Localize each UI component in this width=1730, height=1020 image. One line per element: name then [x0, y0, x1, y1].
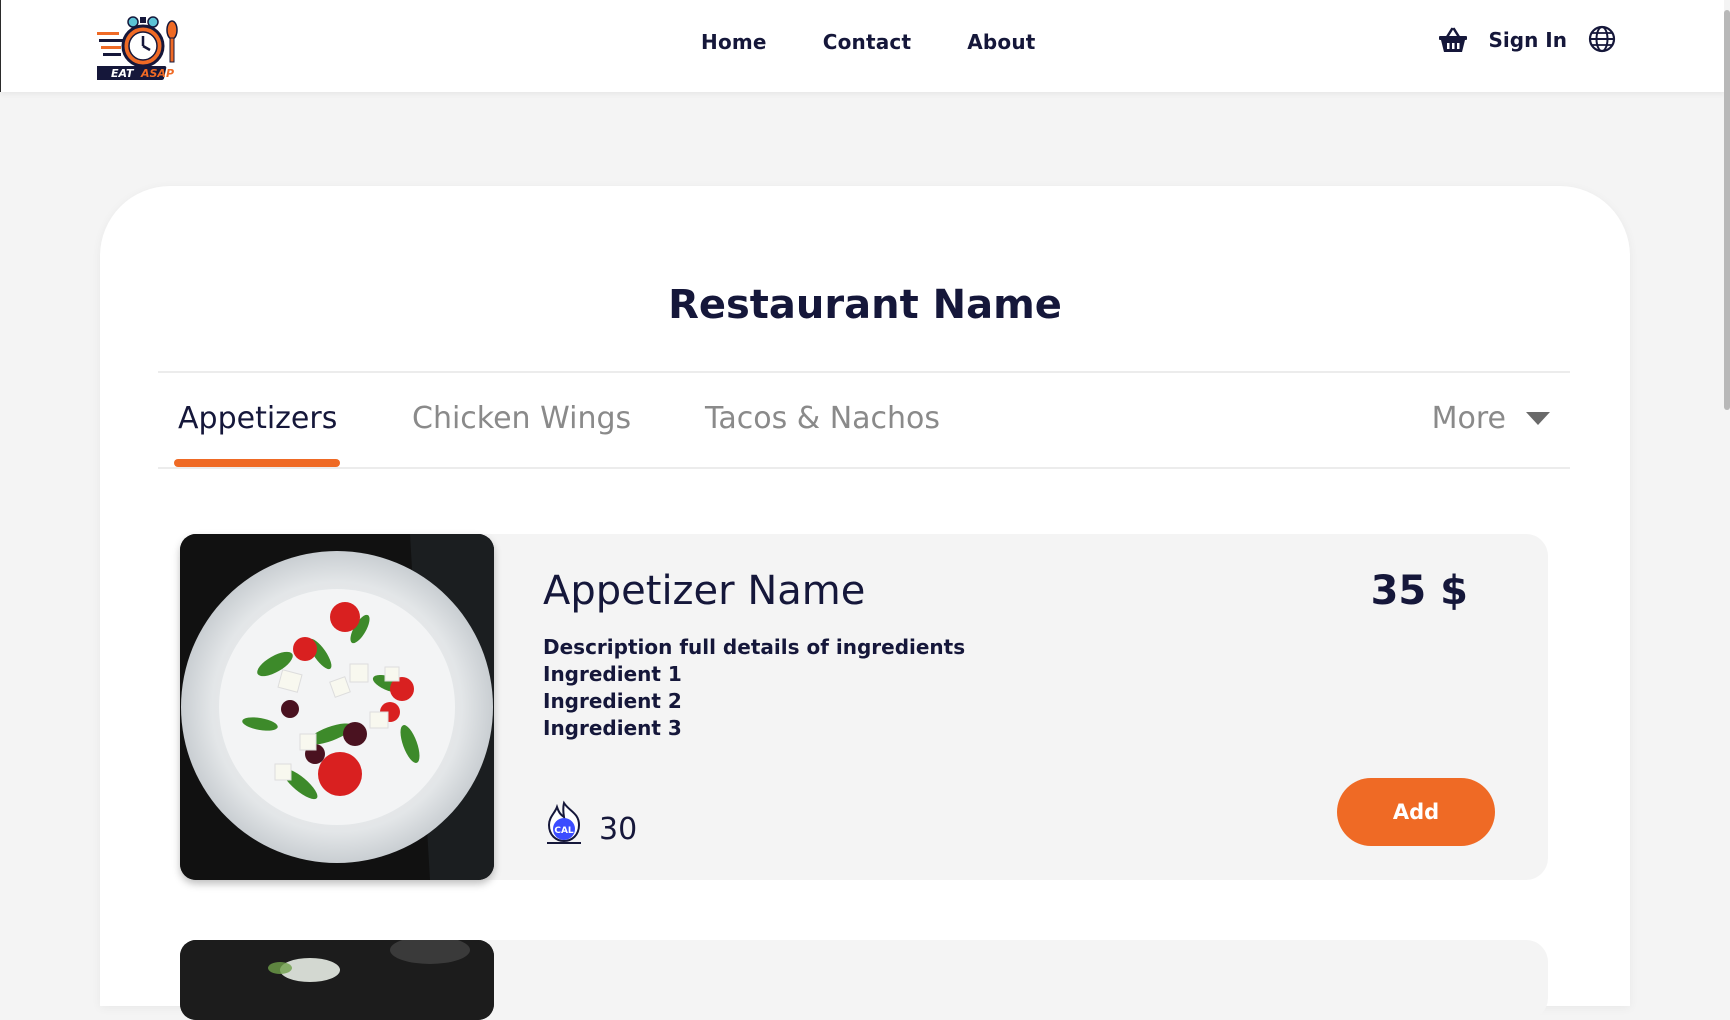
calorie-value: 30 [599, 812, 638, 847]
nav-contact-link[interactable]: Contact [823, 30, 912, 54]
menu-item-card [180, 940, 1548, 1020]
item-price: 35 $ [1370, 568, 1468, 614]
salad-image [180, 534, 494, 880]
header-actions: Sign In [1437, 24, 1619, 56]
description-text: Description full details of ingredients [543, 635, 966, 659]
chevron-down-icon [1526, 412, 1550, 425]
sign-in-link[interactable]: Sign In [1489, 28, 1567, 52]
nav-about-link[interactable]: About [967, 30, 1035, 54]
nav-home-link[interactable]: Home [701, 30, 767, 54]
item-name: Appetizer Name [543, 568, 866, 614]
restaurant-name: Restaurant Name [668, 282, 1062, 328]
eat-asap-logo[interactable]: EAT ASAP [92, 8, 185, 82]
calorie-badge-text: CAL [554, 826, 574, 836]
ingredient-line: Ingredient 1 [543, 662, 682, 686]
more-dropdown[interactable]: More [1432, 401, 1550, 436]
main-nav: Home Contact About [701, 30, 1036, 54]
add-to-cart-button[interactable]: Add [1337, 778, 1495, 846]
calorie-flame-icon: CAL [541, 799, 587, 847]
tab-tacos-nachos[interactable]: Tacos & Nachos [705, 401, 940, 436]
category-tabs: Appetizers Chicken Wings Tacos & Nachos … [158, 371, 1570, 469]
scrollbar-thumb[interactable] [1724, 10, 1730, 410]
menu-item-card: Appetizer Name 35 $ Description full det… [180, 534, 1548, 880]
tab-appetizers[interactable]: Appetizers [178, 401, 337, 436]
active-tab-indicator [174, 459, 340, 467]
tab-chicken-wings[interactable]: Chicken Wings [412, 401, 631, 436]
ingredient-line: Ingredient 2 [543, 689, 682, 713]
item-description: Description full details of ingredients … [543, 634, 965, 742]
basket-icon[interactable] [1437, 24, 1469, 56]
page-scrollbar[interactable] [1724, 0, 1730, 969]
more-label: More [1431, 401, 1506, 436]
ingredient-line: Ingredient 3 [543, 716, 682, 740]
next-item-image [180, 940, 494, 1020]
calories-info: CAL 30 [541, 798, 637, 847]
svg-text:EAT: EAT [111, 67, 135, 80]
logo-graphic: EAT ASAP [92, 16, 178, 80]
globe-icon[interactable] [1587, 24, 1619, 56]
top-navbar: EAT ASAP Home Contact About Sign In [0, 0, 1725, 92]
svg-text:ASAP: ASAP [140, 67, 174, 80]
